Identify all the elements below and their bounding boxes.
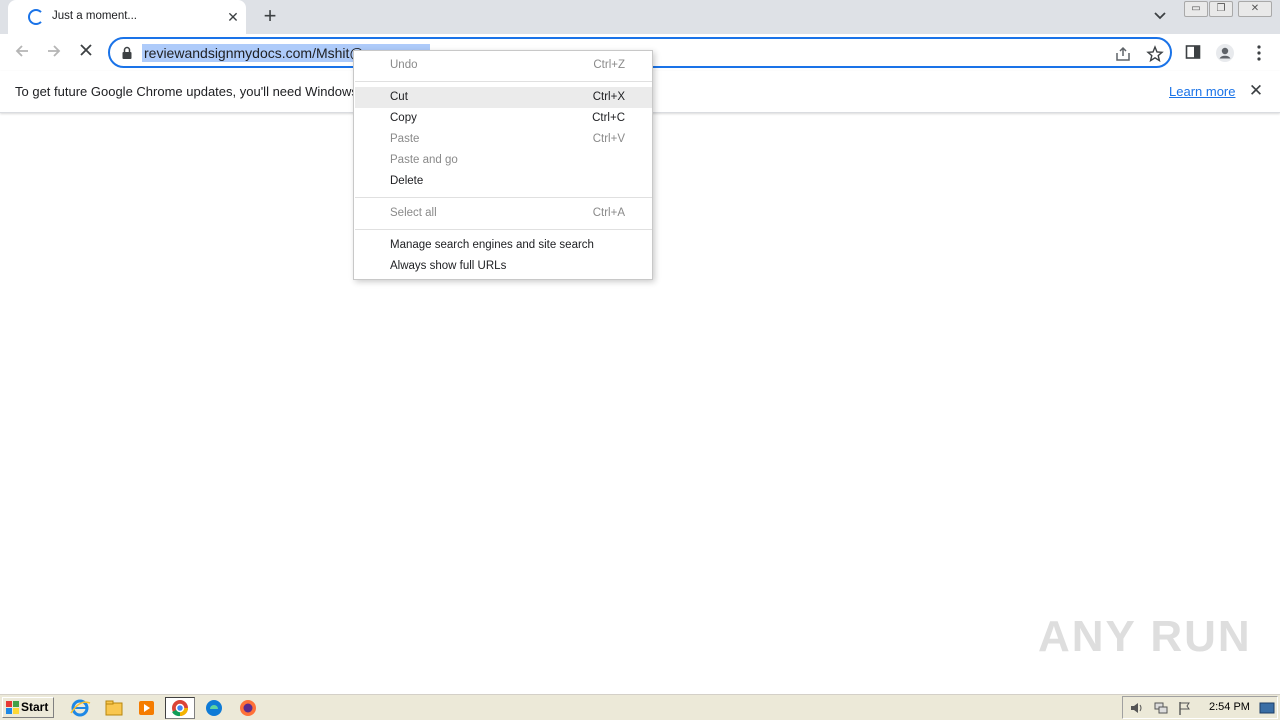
minimize-window-button[interactable]: ▭ — [1184, 1, 1208, 17]
menu-item-shortcut: Ctrl+X — [592, 91, 625, 103]
internet-explorer-icon[interactable] — [66, 697, 96, 719]
menu-item-label: Paste and go — [390, 154, 458, 166]
new-tab-button[interactable]: + — [258, 5, 282, 29]
system-tray: 2:54 PM — [1122, 696, 1278, 719]
menu-item-undo[interactable]: Undo Ctrl+Z — [355, 55, 652, 76]
media-player-icon[interactable] — [132, 697, 162, 719]
infobar-close-icon[interactable]: ✕ — [1247, 82, 1265, 100]
tab-just-a-moment[interactable]: Just a moment... ✕ — [8, 0, 246, 34]
menu-separator — [355, 81, 652, 82]
chrome-taskbar-icon[interactable] — [165, 697, 195, 719]
menu-item-label: Undo — [390, 59, 418, 71]
start-label: Start — [21, 700, 49, 714]
menu-item-paste[interactable]: Paste Ctrl+V — [355, 129, 652, 150]
menu-item-label: Copy — [390, 112, 417, 124]
menu-item-label: Manage search engines and site search — [390, 239, 594, 251]
menu-item-shortcut: Ctrl+Z — [593, 59, 625, 71]
menu-separator — [355, 229, 652, 230]
infobar-message: To get future Google Chrome updates, you… — [15, 84, 369, 99]
taskbar-clock[interactable]: 2:54 PM — [1209, 701, 1250, 713]
menu-item-label: Select all — [390, 207, 437, 219]
menu-separator — [355, 197, 652, 198]
back-button[interactable] — [11, 42, 33, 64]
menu-item-shortcut: Ctrl+C — [592, 112, 625, 124]
screen: Just a moment... ✕ + ▭ ❐ ✕ reviewandsign… — [0, 0, 1280, 720]
taskbar: Start 2:54 PM — [0, 693, 1280, 720]
bookmark-star-icon[interactable] — [1146, 45, 1164, 63]
windows-flag-icon — [6, 701, 19, 714]
network-icon[interactable] — [1153, 700, 1169, 716]
stop-loading-button[interactable] — [75, 42, 97, 64]
menu-item-cut[interactable]: Cut Ctrl+X — [355, 87, 652, 108]
side-panel-icon[interactable] — [1184, 43, 1204, 63]
menu-item-copy[interactable]: Copy Ctrl+C — [355, 108, 652, 129]
tab-close-icon[interactable]: ✕ — [224, 8, 242, 26]
restore-window-button[interactable]: ❐ — [1209, 1, 1233, 17]
menu-item-delete[interactable]: Delete — [355, 171, 652, 192]
firefox-icon[interactable] — [233, 697, 263, 719]
lock-icon[interactable] — [121, 46, 133, 60]
close-window-button[interactable]: ✕ — [1238, 1, 1272, 17]
learn-more-link[interactable]: Learn more — [1169, 84, 1235, 99]
forward-button[interactable] — [43, 42, 65, 64]
menu-item-shortcut: Ctrl+A — [592, 207, 625, 219]
context-menu: Undo Ctrl+Z Cut Ctrl+X Copy Ctrl+C Paste… — [353, 50, 653, 280]
tab-strip: Just a moment... ✕ + ▭ ❐ ✕ — [0, 0, 1280, 34]
start-button[interactable]: Start — [2, 697, 54, 718]
loading-spinner-icon — [28, 9, 44, 25]
tab-search-chevron-icon[interactable] — [1150, 8, 1170, 26]
share-icon[interactable] — [1114, 45, 1132, 63]
menu-item-always-show-full-urls[interactable]: Always show full URLs — [355, 256, 652, 277]
menu-item-label: Always show full URLs — [390, 260, 507, 272]
menu-item-label: Paste — [390, 133, 420, 145]
menu-item-label: Cut — [390, 91, 408, 103]
profile-avatar-icon[interactable] — [1215, 43, 1235, 63]
action-center-flag-icon[interactable] — [1177, 700, 1193, 716]
menu-item-manage-search-engines[interactable]: Manage search engines and site search — [355, 235, 652, 256]
tab-title: Just a moment... — [52, 10, 138, 22]
volume-icon[interactable] — [1129, 700, 1145, 716]
edge-icon[interactable] — [199, 697, 229, 719]
menu-item-paste-and-go[interactable]: Paste and go — [355, 150, 652, 171]
file-explorer-icon[interactable] — [99, 697, 129, 719]
menu-item-shortcut: Ctrl+V — [592, 133, 625, 145]
menu-kebab-icon[interactable] — [1249, 43, 1269, 63]
menu-item-select-all[interactable]: Select all Ctrl+A — [355, 203, 652, 224]
show-desktop-icon[interactable] — [1259, 700, 1275, 716]
menu-item-label: Delete — [390, 175, 424, 187]
anyrun-watermark: ANY RUN — [1038, 612, 1252, 661]
